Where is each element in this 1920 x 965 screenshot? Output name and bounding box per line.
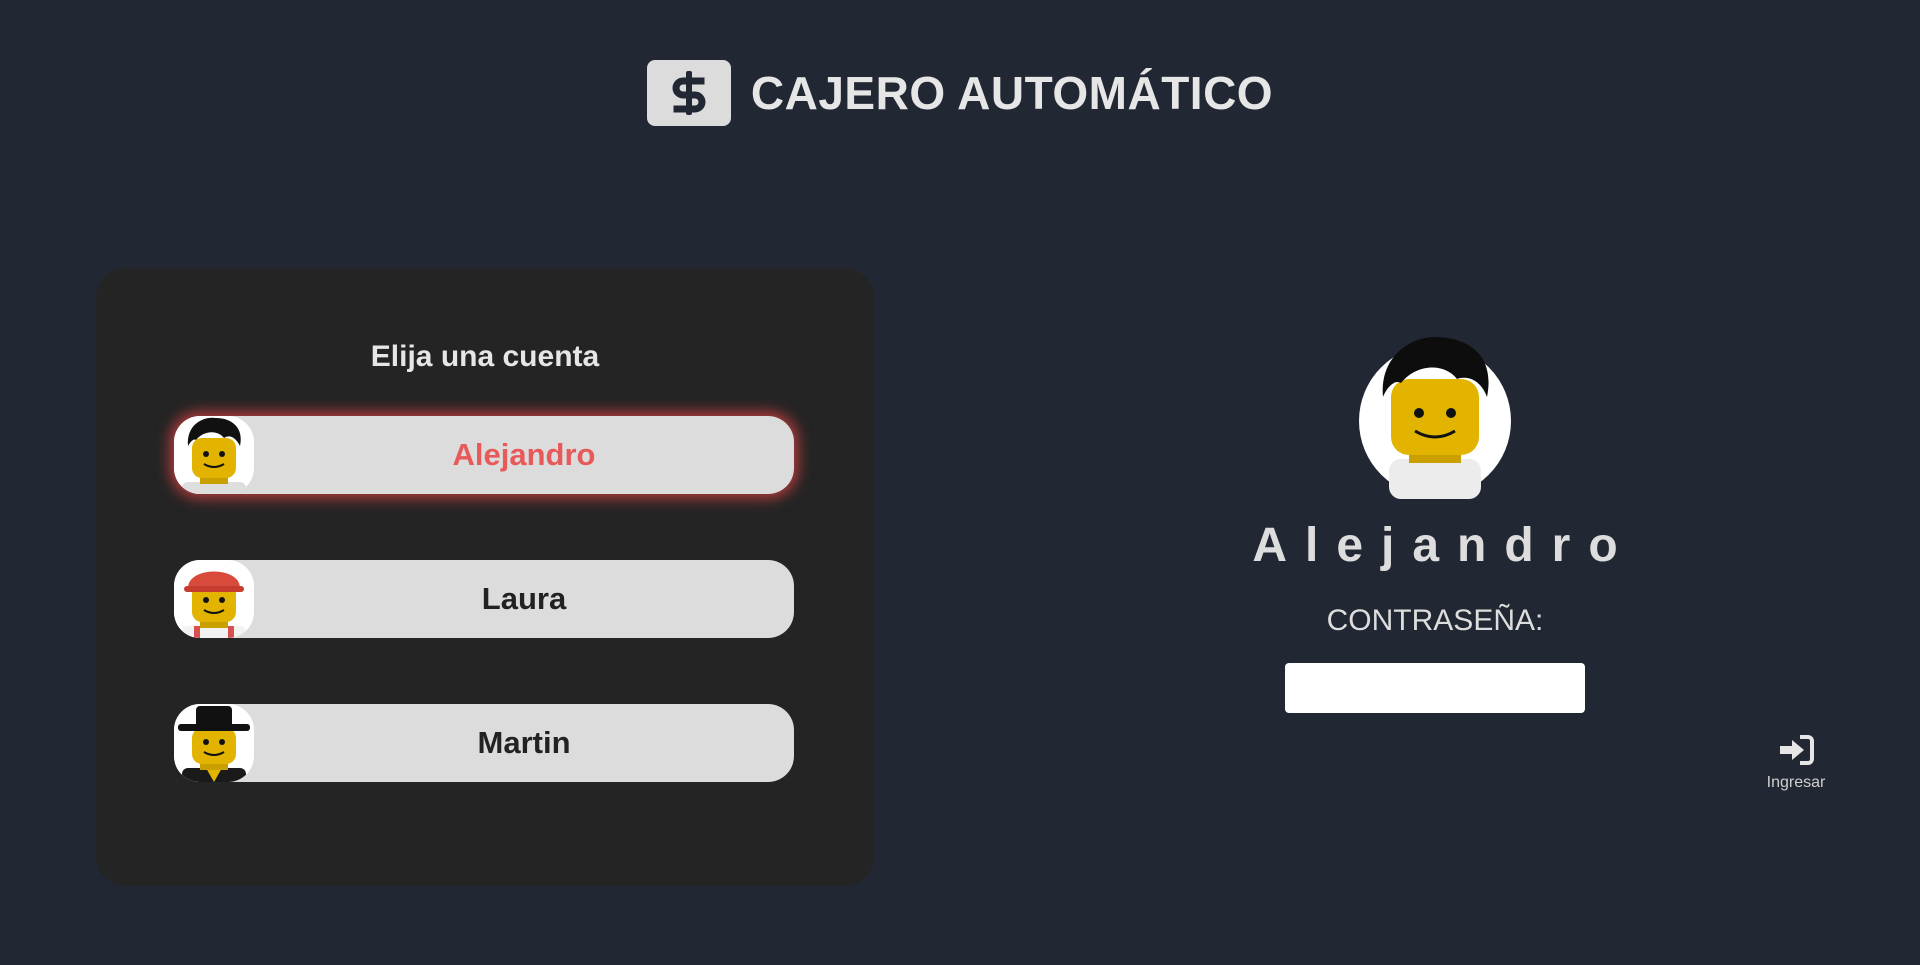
account-item-laura[interactable]: Laura	[174, 560, 794, 638]
app-header: CAJERO AUTOMÁTICO	[0, 60, 1920, 126]
selected-user-avatar	[1359, 336, 1511, 499]
avatar	[174, 560, 254, 638]
lego-man-black-hat-icon	[178, 706, 250, 782]
account-name: Martin	[477, 725, 571, 760]
password-input[interactable]	[1285, 663, 1585, 713]
account-name: Laura	[481, 581, 567, 616]
login-button[interactable]: Ingresar	[1756, 735, 1836, 795]
app-title: CAJERO AUTOMÁTICO	[750, 67, 1274, 119]
avatar	[174, 416, 254, 494]
lego-man-black-hair-icon	[182, 417, 246, 494]
panel-title: Elija una cuenta	[370, 340, 600, 373]
login-button-label: Ingresar	[1766, 774, 1826, 791]
account-item-alejandro[interactable]: Alejandro	[174, 416, 794, 494]
lego-worker-red-helmet-icon	[182, 571, 246, 638]
sign-in-icon	[1778, 735, 1814, 770]
avatar	[174, 704, 254, 782]
account-name: Alejandro	[452, 437, 596, 472]
atm-page: CAJERO AUTOMÁTICO Elija una cuenta Aleja…	[0, 0, 1920, 965]
dollar-sign-icon	[646, 60, 731, 126]
password-label: CONTRASEÑA:	[1326, 604, 1544, 637]
account-chooser-panel: Elija una cuenta Alejandro Laura Martin	[96, 268, 874, 886]
selected-user-name: Alejandro	[1252, 519, 1636, 572]
lego-man-black-hair-icon	[1382, 336, 1489, 499]
account-item-martin[interactable]: Martin	[174, 704, 794, 782]
